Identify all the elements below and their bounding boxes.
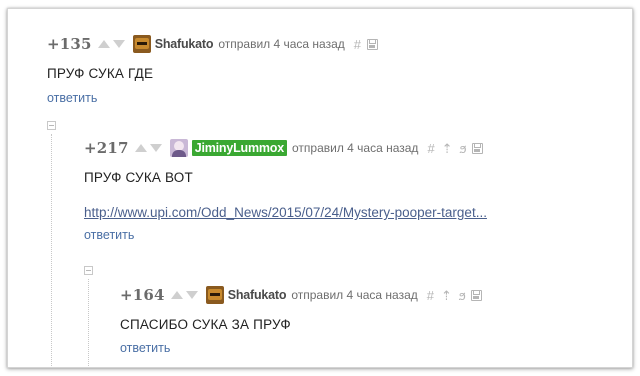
hash-icon[interactable]: #	[354, 38, 361, 51]
comment-username[interactable]: Shafukato	[228, 288, 287, 302]
comment-rating: +164	[120, 286, 165, 304]
upvote-icon[interactable]	[134, 144, 147, 152]
comment-meta: отправил 4 часа назад	[291, 141, 419, 155]
user-avatar[interactable]	[132, 35, 151, 53]
downvote-icon[interactable]	[149, 144, 162, 152]
save-icon[interactable]	[367, 38, 378, 50]
comment-header: +164 Shafukato отправил 4 часа назад # ⇡…	[120, 285, 483, 305]
comment-username[interactable]: JiminyLummox	[191, 140, 287, 156]
collapse-thread-icon[interactable]	[84, 266, 93, 275]
user-avatar[interactable]	[169, 139, 188, 157]
comment-1: +135 Shafukato отправил 4 часа назад # П…	[47, 34, 378, 105]
comment-text: ПРУФ СУКА ГДЕ	[47, 66, 154, 81]
hash-icon[interactable]: #	[427, 289, 434, 302]
comment-header: +217 JiminyLummox отправил 4 часа назад …	[84, 138, 487, 158]
upvote-icon[interactable]	[170, 291, 183, 299]
comment-3: +164 Shafukato отправил 4 часа назад # ⇡…	[120, 285, 483, 355]
downvote-icon[interactable]	[185, 291, 198, 299]
collapse-thread-icon[interactable]	[47, 121, 56, 130]
reply-link[interactable]: ответить	[84, 228, 487, 242]
comment-header: +135 Shafukato отправил 4 часа назад #	[47, 34, 378, 54]
comment-text: ПРУФ СУКА ВОТ	[84, 170, 193, 185]
reply-link[interactable]: ответить	[47, 91, 378, 105]
comment-url-link[interactable]: http://www.upi.com/Odd_News/2015/07/24/M…	[84, 205, 487, 220]
save-icon[interactable]	[471, 289, 483, 301]
reply-link[interactable]: ответить	[120, 341, 482, 355]
comment-text: СПАСИБО СУКА ЗА ПРУФ	[120, 317, 291, 332]
parent-comment-icon[interactable]: ⇡	[441, 289, 452, 302]
parent-comment-icon[interactable]: ⇡	[442, 142, 453, 155]
comment-username[interactable]: Shafukato	[155, 37, 214, 51]
branch-icon[interactable]: ϧ	[459, 289, 466, 302]
comment-rating: +135	[47, 35, 92, 53]
comment-meta: отправил 4 часа назад	[218, 37, 345, 51]
thread-line	[88, 279, 89, 366]
downvote-icon[interactable]	[112, 40, 125, 48]
comment-2: +217 JiminyLummox отправил 4 часа назад …	[84, 138, 487, 242]
upvote-icon[interactable]	[97, 40, 110, 48]
branch-icon[interactable]: ϧ	[460, 142, 467, 155]
user-avatar[interactable]	[205, 286, 224, 304]
save-icon[interactable]	[472, 142, 484, 154]
comment-rating: +217	[84, 139, 129, 157]
comment-meta: отправил 4 часа назад	[291, 288, 418, 302]
thread-line	[51, 134, 52, 366]
hash-icon[interactable]: #	[427, 142, 434, 155]
comment-link-row: http://www.upi.com/Odd_News/2015/07/24/M…	[84, 204, 487, 222]
